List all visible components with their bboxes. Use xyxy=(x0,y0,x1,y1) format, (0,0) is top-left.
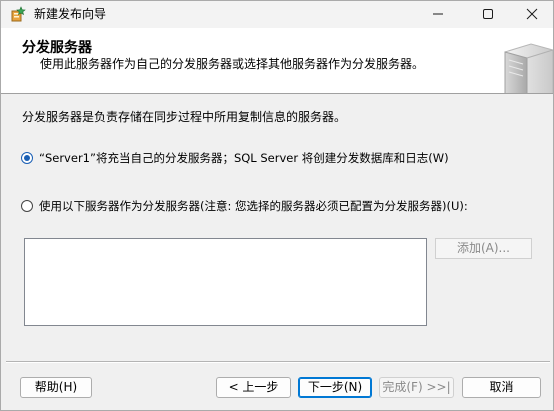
page-subtitle: 使用此服务器作为自己的分发服务器或选择其他服务器作为分发服务器。 xyxy=(40,57,425,71)
back-button[interactable]: < 上一步 xyxy=(216,377,291,398)
page-title: 分发服务器 xyxy=(22,40,92,56)
finish-button[interactable]: 完成(F) >>| xyxy=(379,377,454,398)
close-icon xyxy=(526,8,538,20)
add-server-button[interactable]: 添加(A)... xyxy=(435,238,532,259)
wizard-app-icon xyxy=(10,6,26,22)
server-graphic xyxy=(491,42,553,93)
option-other-distributor-label[interactable]: 使用以下服务器作为分发服务器(注意: 您选择的服务器必须已配置为分发服务器)(U… xyxy=(39,198,468,214)
close-button[interactable] xyxy=(509,1,554,28)
next-button[interactable]: 下一步(N) xyxy=(298,377,372,398)
footer-separator xyxy=(6,361,550,363)
option-self-distributor-label[interactable]: “Server1”将充当自己的分发服务器；SQL Server 将创建分发数据库… xyxy=(39,150,449,166)
window-title: 新建发布向导 xyxy=(34,7,107,21)
title-bar[interactable]: 新建发布向导 xyxy=(1,1,553,28)
new-publication-wizard-window: 新建发布向导 分发服务器 使用此服务器作为自己的分发服务器或选择其他服务器作为分… xyxy=(0,0,554,411)
help-button[interactable]: 帮助(H) xyxy=(20,377,92,398)
maximize-icon xyxy=(483,9,493,19)
description-text: 分发服务器是负责存储在同步过程中所用复制信息的服务器。 xyxy=(22,110,347,124)
minimize-icon xyxy=(433,13,443,15)
distributor-server-list[interactable] xyxy=(24,238,427,326)
cancel-button[interactable]: 取消 xyxy=(462,377,541,398)
radio-self-distributor[interactable] xyxy=(21,152,33,164)
wizard-header: 分发服务器 使用此服务器作为自己的分发服务器或选择其他服务器作为分发服务器。 xyxy=(1,28,553,94)
maximize-button[interactable] xyxy=(465,1,511,28)
radio-other-distributor[interactable] xyxy=(21,200,33,212)
minimize-button[interactable] xyxy=(415,1,461,28)
